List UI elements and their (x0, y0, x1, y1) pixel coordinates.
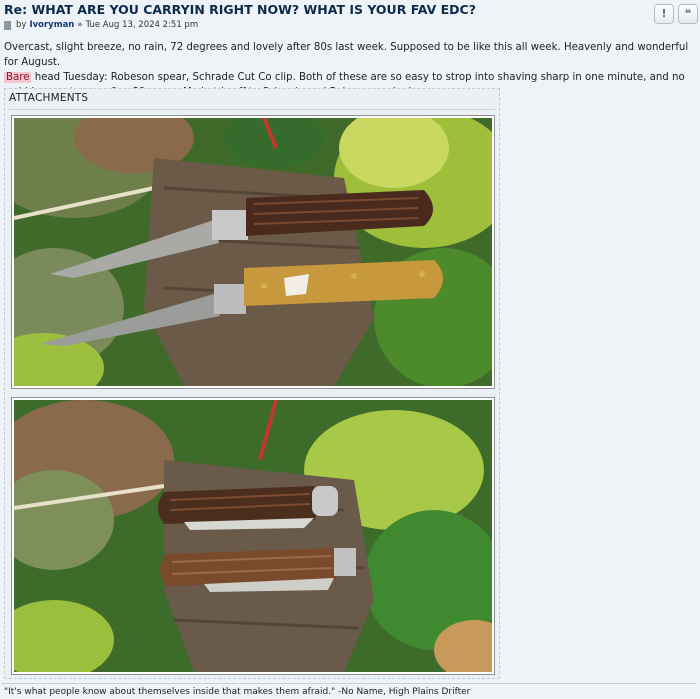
highlighted-word: Bare (4, 72, 32, 83)
attachments-label: ATTACHMENTS (9, 92, 89, 104)
quote-button[interactable]: ❝ (678, 4, 698, 24)
post-icon[interactable] (4, 20, 11, 30)
forum-post: Re: WHAT ARE YOU CARRYIN RIGHT NOW? WHAT… (0, 0, 700, 699)
post-title[interactable]: Re: WHAT ARE YOU CARRYIN RIGHT NOW? WHAT… (4, 2, 476, 17)
knives-open-photo (14, 118, 492, 386)
post-timestamp: Tue Aug 13, 2024 2:51 pm (85, 20, 199, 30)
meta-by: by (16, 20, 27, 30)
attachments-box: ATTACHMENTS (4, 88, 500, 679)
author-link[interactable]: Ivoryman (29, 20, 74, 30)
post-meta: by Ivoryman » Tue Aug 13, 2024 2:51 pm (4, 20, 198, 30)
attachment-photo-1[interactable] (11, 115, 495, 389)
report-button[interactable]: ! (654, 4, 674, 24)
meta-separator: » (77, 20, 83, 30)
signature-divider (2, 683, 696, 684)
signature: "It's what people know about themselves … (4, 687, 471, 697)
knives-closed-photo (14, 400, 492, 672)
post-actions: ! ❝ (654, 4, 698, 24)
attachments-divider (9, 109, 495, 110)
post-body-line1: Overcast, slight breeze, no rain, 72 deg… (4, 42, 689, 68)
attachment-photo-2[interactable] (11, 397, 495, 675)
